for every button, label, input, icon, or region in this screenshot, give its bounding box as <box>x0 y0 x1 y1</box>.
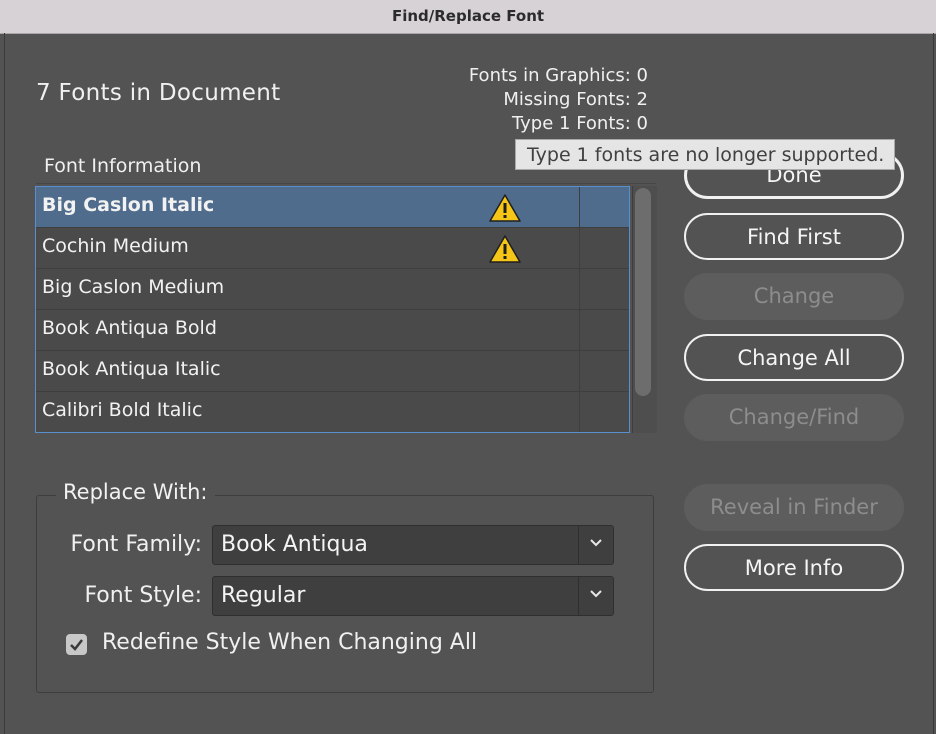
column-separator <box>579 187 580 227</box>
dropdown-button[interactable] <box>578 526 613 564</box>
missing-fonts-stat: Missing Fonts: 2 <box>503 89 648 110</box>
column-separator <box>579 351 580 391</box>
find-first-button[interactable]: Find First <box>684 213 904 260</box>
font-family-value: Book Antiqua <box>221 532 368 557</box>
redefine-style-label[interactable]: Redefine Style When Changing All <box>102 630 477 655</box>
font-name: Big Caslon Italic <box>42 194 215 216</box>
type1-fonts-stat: Type 1 Fonts: 0 <box>511 113 648 134</box>
column-separator <box>579 310 580 350</box>
checkmark-icon <box>70 639 83 651</box>
font-style-label: Font Style: <box>84 583 202 608</box>
reveal-in-finder-button[interactable]: Reveal in Finder <box>684 484 904 531</box>
font-name: Big Caslon Medium <box>42 276 225 298</box>
find-replace-font-dialog: Find/Replace Font 7 Fonts in Document Fo… <box>0 0 936 734</box>
type1-tooltip: Type 1 fonts are no longer supported. <box>515 139 895 170</box>
change-button[interactable]: Change <box>684 273 904 320</box>
font-family-label: Font Family: <box>70 532 203 557</box>
more-info-button[interactable]: More Info <box>684 544 904 591</box>
redefine-style-checkbox[interactable] <box>66 634 87 655</box>
font-row[interactable]: Cochin Medium <box>36 228 629 269</box>
font-name: Cochin Medium <box>42 235 189 257</box>
font-name: Calibri Bold Italic <box>42 399 203 421</box>
list-header-divider <box>36 183 656 184</box>
font-style-select[interactable]: Regular <box>212 576 614 616</box>
font-style-value: Regular <box>221 583 306 608</box>
replace-with-title: Replace With: <box>56 480 215 504</box>
font-information-header: Font Information <box>44 155 202 177</box>
font-name: Book Antiqua Italic <box>42 358 221 380</box>
dropdown-button[interactable] <box>578 577 613 615</box>
font-list[interactable]: Big Caslon Italic Cochin Medium Big Casl… <box>35 186 630 433</box>
font-row[interactable]: Book Antiqua Italic <box>36 351 629 392</box>
column-separator <box>579 392 580 432</box>
warning-icon <box>489 194 521 222</box>
chevron-down-icon <box>590 539 602 547</box>
scrollbar-thumb[interactable] <box>635 188 651 396</box>
change-find-button[interactable]: Change/Find <box>684 394 904 441</box>
font-row[interactable]: Book Antiqua Bold <box>36 310 629 351</box>
window-title: Find/Replace Font <box>391 7 545 25</box>
font-row[interactable]: Calibri Bold Italic <box>36 392 629 432</box>
font-row[interactable]: Big Caslon Italic <box>36 187 629 228</box>
change-all-button[interactable]: Change All <box>684 334 904 381</box>
column-separator <box>579 269 580 309</box>
font-family-select[interactable]: Book Antiqua <box>212 525 614 565</box>
warning-icon <box>489 235 521 263</box>
chevron-down-icon <box>590 590 602 598</box>
font-row[interactable]: Big Caslon Medium <box>36 269 629 310</box>
column-separator <box>579 228 580 268</box>
title-bar[interactable]: Find/Replace Font <box>0 0 936 34</box>
fonts-in-graphics-stat: Fonts in Graphics: 0 <box>468 65 648 86</box>
font-name: Book Antiqua Bold <box>42 317 217 339</box>
